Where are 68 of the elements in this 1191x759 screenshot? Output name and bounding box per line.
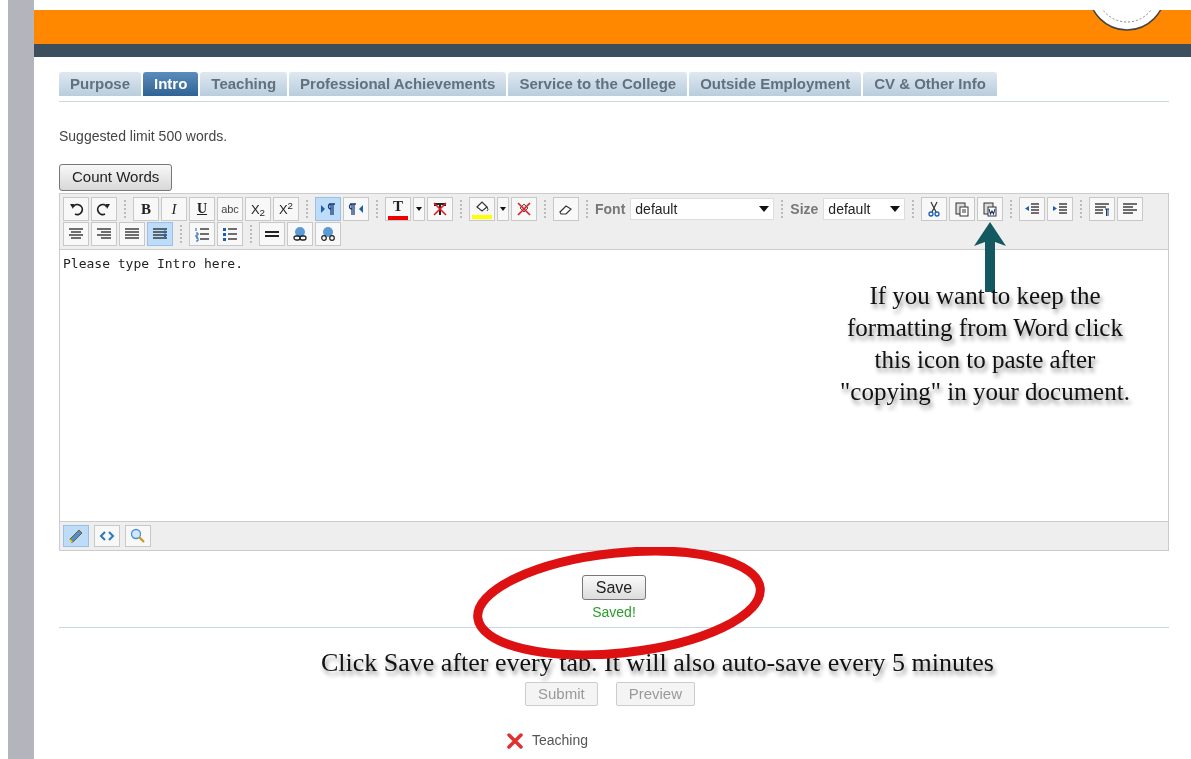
dropdown-button[interactable] <box>497 197 509 221</box>
globe-unlink-icon <box>320 226 336 242</box>
underline-button[interactable]: U <box>189 197 215 221</box>
globe-link-icon <box>292 226 308 242</box>
dropdown-button[interactable] <box>413 197 425 221</box>
subscript-button[interactable]: X$_{2}$ <box>245 197 271 221</box>
caret-icon <box>416 207 422 211</box>
caret-icon <box>500 207 506 211</box>
toolbar-button[interactable] <box>553 197 579 221</box>
editor-mode-button[interactable] <box>125 525 151 547</box>
align-center-icon <box>68 226 84 242</box>
left-to-right-icon <box>320 201 336 217</box>
dropdown-select[interactable]: default <box>823 198 906 220</box>
remove-highlight-icon <box>516 201 532 217</box>
toolbar-button[interactable] <box>91 197 117 221</box>
align-right-icon <box>96 226 112 242</box>
toolbar-button[interactable] <box>63 197 89 221</box>
right-to-left-icon <box>348 201 364 217</box>
tab[interactable]: CV & Other Info <box>863 72 997 96</box>
tab[interactable]: Purpose <box>59 72 141 96</box>
select-label: Font <box>595 199 626 219</box>
text-color-button[interactable]: T <box>385 197 411 221</box>
toolbar-button[interactable] <box>259 222 285 246</box>
error-item: Teaching <box>532 731 589 750</box>
error-x-icon <box>507 732 523 749</box>
justify-icon <box>152 226 168 242</box>
select-label: Size <box>790 199 819 219</box>
superscript-button[interactable]: X$^{2}$ <box>273 197 299 221</box>
save-status: Saved! <box>592 603 636 622</box>
pencil-icon <box>68 528 84 544</box>
caret-icon <box>759 206 770 212</box>
save-button[interactable]: Save <box>581 575 647 600</box>
numbered-list-icon <box>194 226 210 242</box>
strikethrough-button[interactable]: abc <box>217 197 243 221</box>
word-limit-hint: Suggested limit 500 words. <box>59 127 229 146</box>
toolbar-button[interactable] <box>469 197 495 221</box>
toolbar-button[interactable] <box>315 222 341 246</box>
paste-instruction-note: If you want to keep the formatting from Word click this icon to paste after "copying" in your document. <box>839 281 1131 407</box>
clipboard-word-icon <box>982 201 999 217</box>
align-left-icon <box>1122 201 1139 217</box>
clipboard-icon <box>954 201 971 217</box>
magnifier-icon <box>130 528 146 544</box>
indent-icon <box>1052 201 1069 217</box>
editor-mode-button[interactable] <box>94 525 120 547</box>
toolbar-button[interactable] <box>977 197 1004 221</box>
redo-icon <box>96 201 112 217</box>
editor-mode-button[interactable] <box>63 525 89 547</box>
toolbar-button[interactable] <box>287 222 313 246</box>
tab[interactable]: Intro <box>143 72 199 96</box>
outdent-icon <box>1024 201 1041 217</box>
toolbar-button[interactable] <box>921 197 948 221</box>
editor-text: Please type Intro here. <box>63 256 243 271</box>
toolbar-button[interactable] <box>427 197 453 221</box>
align-justify-icon <box>124 226 140 242</box>
tab[interactable]: Service to the College <box>508 72 688 96</box>
tab[interactable]: Professional Achievements <box>289 72 507 96</box>
count-words-button[interactable]: Count Words <box>59 164 173 191</box>
paragraph-icon <box>1094 201 1111 217</box>
tab[interactable]: Teaching <box>200 72 288 96</box>
bullet-list-icon <box>222 226 238 242</box>
caret-icon <box>890 206 901 212</box>
bold-button[interactable]: B <box>133 197 159 221</box>
scissors-icon <box>926 201 943 217</box>
remove-text-color-icon <box>432 201 448 217</box>
tab[interactable]: Outside Employment <box>689 72 862 96</box>
undo-icon <box>68 201 84 217</box>
dropdown-select[interactable]: default <box>630 198 775 220</box>
italic-button[interactable]: I <box>161 197 187 221</box>
